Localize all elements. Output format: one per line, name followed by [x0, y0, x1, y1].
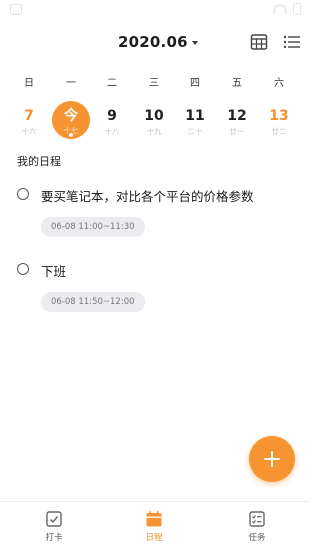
- schedule-time-chip: 06-08 11:50~12:00: [41, 292, 145, 312]
- day-cell[interactable]: 13 廿二: [259, 102, 299, 148]
- tab-label: 打卡: [45, 533, 63, 543]
- month-label: 2020.06: [118, 33, 188, 51]
- weekday-thu: 四: [190, 78, 200, 89]
- day-cell[interactable]: 11 二十: [175, 102, 215, 148]
- day-number: 12: [227, 108, 247, 124]
- day-lunar: 十六: [21, 127, 37, 136]
- day-cell[interactable]: 7 十六: [9, 102, 49, 148]
- day-number: 10: [144, 108, 164, 124]
- calendar-icon: [146, 511, 162, 527]
- checkin-icon: [46, 511, 62, 527]
- battery-icon: [293, 3, 301, 15]
- tab-label: 日程: [145, 533, 163, 543]
- checkbox-circle-icon[interactable]: [17, 263, 29, 275]
- day-number: 7: [24, 108, 34, 124]
- weekday-header: 日 一 二 三 四 五 六: [0, 74, 309, 90]
- day-lunar: 十八: [104, 127, 120, 136]
- caret-down-icon: [191, 41, 198, 45]
- bottom-tab-bar: 打卡 日程 任务: [0, 501, 309, 550]
- day-lunar: 十九: [146, 127, 162, 136]
- checkbox-circle-icon[interactable]: [17, 188, 29, 200]
- day-number: 11: [185, 108, 205, 124]
- event-dot: [69, 133, 73, 137]
- day-lunar: 廿一: [229, 127, 245, 136]
- day-lunar: 廿二: [271, 127, 287, 136]
- wifi-icon: [273, 4, 287, 14]
- tab-label: 任务: [248, 533, 266, 543]
- status-icons: [273, 3, 301, 15]
- day-cell-today[interactable]: 今 十七: [52, 101, 90, 139]
- add-schedule-button[interactable]: [249, 436, 295, 482]
- weekday-wed: 三: [149, 78, 159, 89]
- weekday-sat: 六: [274, 78, 284, 89]
- day-lunar: 二十: [187, 127, 203, 136]
- day-number: 13: [269, 108, 289, 124]
- weekday-mon: 一: [66, 78, 76, 89]
- day-number: 今: [64, 108, 78, 124]
- schedule-title: 要买笔记本，对比各个平台的价格参数: [41, 189, 254, 204]
- tab-schedule[interactable]: 日程: [119, 502, 189, 550]
- tab-checkin[interactable]: 打卡: [19, 502, 89, 550]
- schedule-time-chip: 06-08 11:00~11:30: [41, 217, 145, 237]
- tab-tasks[interactable]: 任务: [222, 502, 292, 550]
- day-cell[interactable]: 9 十八: [92, 102, 132, 148]
- header: 2020.06: [0, 30, 309, 58]
- status-bar: [0, 0, 309, 22]
- weekday-sun: 日: [24, 78, 34, 89]
- day-number: 9: [107, 108, 117, 124]
- month-selector[interactable]: 2020.06: [118, 33, 198, 51]
- schedule-title: 下班: [41, 264, 67, 279]
- section-title: 我的日程: [17, 155, 61, 168]
- list-view-icon[interactable]: [283, 33, 301, 51]
- weekday-tue: 二: [107, 78, 117, 89]
- day-cell[interactable]: 12 廿一: [217, 102, 257, 148]
- week-strip: 7 十六 今 十七 9 十八 10 十九 11 二十 12 廿一 13 廿二: [0, 101, 309, 148]
- calendar-grid-icon[interactable]: [250, 33, 268, 51]
- weekday-fri: 五: [232, 78, 242, 89]
- notification-icon: [10, 4, 22, 15]
- day-cell[interactable]: 10 十九: [134, 102, 174, 148]
- task-list-icon: [249, 511, 265, 527]
